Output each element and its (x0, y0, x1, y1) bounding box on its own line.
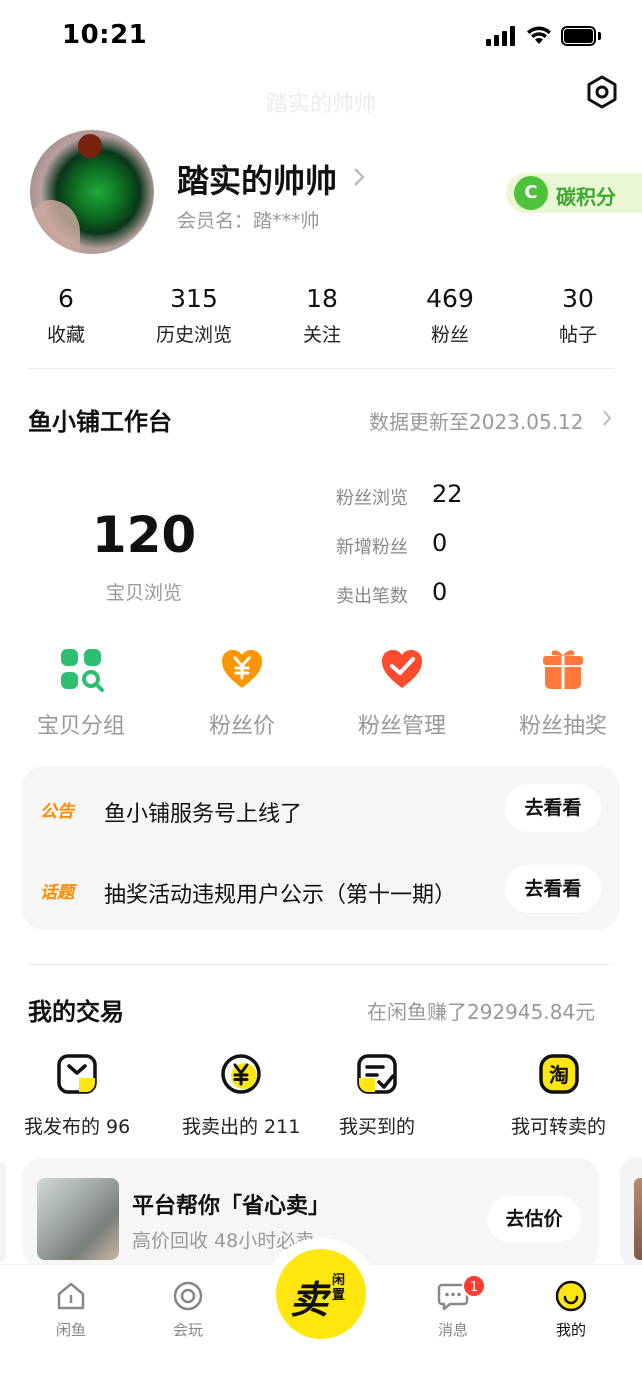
tool-fan-management[interactable]: 粉丝管理 (327, 646, 477, 740)
notice-row[interactable]: 话题 抽奖活动违规用户公示（第十一期） 去看看 (22, 865, 620, 917)
tab-label: 我的 (555, 1321, 586, 1339)
stat-label: 帖子 (558, 324, 597, 346)
trade-item-label: 我可转卖的 (511, 1116, 607, 1138)
trade-item-label: 我发布的 96 (24, 1116, 131, 1138)
svg-text:淘: 淘 (549, 1063, 569, 1087)
stat-value: 18 (306, 284, 338, 313)
bought-check-icon (357, 1054, 397, 1094)
sold-yen-icon (221, 1054, 261, 1094)
stat-label: 粉丝 (430, 324, 469, 346)
settings-icon[interactable] (582, 72, 622, 112)
tool-fan-price[interactable]: 粉丝价 (167, 646, 317, 740)
yen-heart-icon (222, 650, 262, 688)
tool-label: 粉丝抽奖 (518, 714, 607, 739)
stat-label: 收藏 (46, 324, 85, 346)
gift-box-icon (543, 650, 583, 689)
signal-icon (486, 26, 518, 46)
metric-label: 粉丝浏览 (336, 488, 408, 509)
circle-play-icon (173, 1281, 203, 1311)
notice-tag: 话题 (40, 883, 74, 903)
tool-item-groups[interactable]: 宝贝分组 (6, 646, 156, 740)
sell-sub-label: 闲置 (332, 1273, 346, 1303)
stat-fans[interactable]: 469 粉丝 (385, 284, 515, 347)
stat-value: 469 (426, 284, 474, 313)
metric-value: 0 (432, 529, 448, 557)
tool-label: 宝贝分组 (36, 714, 125, 739)
trade-item-bought[interactable]: 我买到的 (339, 1052, 415, 1139)
carousel-next-card[interactable] (620, 1158, 642, 1268)
carbon-leaf-icon: C (514, 176, 548, 210)
trade-title: 我的交易 (28, 998, 124, 1026)
sell-idle-button[interactable]: 卖 闲置 (276, 1249, 366, 1339)
tab-label: 会玩 (172, 1321, 203, 1339)
battery-icon (561, 26, 601, 46)
chevron-right-icon[interactable] (602, 409, 612, 427)
trade-item-label: 我卖出的 211 (182, 1116, 301, 1138)
message-badge: 1 (462, 1274, 486, 1298)
trade-item-label: 我买到的 (339, 1116, 416, 1138)
profile-face-icon (555, 1280, 587, 1312)
header-faded-title: 踏实的帅帅 (265, 92, 376, 117)
workbench-title: 鱼小铺工作台 (28, 408, 172, 436)
stat-history[interactable]: 315 历史浏览 (129, 284, 259, 347)
profile-stats: 6 收藏 315 历史浏览 18 关注 469 粉丝 30 帖子 (0, 284, 642, 354)
sell-label: 卖 (290, 1278, 329, 1322)
trade-item-published[interactable]: 我发布的 96 (24, 1052, 130, 1139)
item-views-value[interactable]: 120 (84, 506, 204, 564)
promo-title: 平台帮你「省心卖」 (132, 1194, 331, 1219)
carousel-prev-card[interactable] (0, 1162, 6, 1262)
avatar[interactable] (30, 130, 154, 254)
trade-item-resellable[interactable]: 淘 我可转卖的 (511, 1052, 606, 1139)
grid-search-icon (61, 649, 104, 692)
tool-fan-lottery[interactable]: 粉丝抽奖 (488, 646, 638, 740)
stat-label: 历史浏览 (155, 324, 232, 346)
published-bag-icon (57, 1054, 97, 1094)
workbench-update-text[interactable]: 数据更新至2023.05.12 (369, 406, 584, 435)
carbon-points-label: 碳积分 (556, 185, 616, 209)
tab-label: 消息 (437, 1321, 468, 1339)
status-bar: 10:21 (0, 0, 642, 72)
notice-text[interactable]: 抽奖活动违规用户公示（第十一期） (104, 877, 456, 909)
estimate-price-button[interactable]: 去估价 (487, 1196, 581, 1242)
metric-label: 新增粉丝 (336, 537, 408, 558)
tool-label: 粉丝管理 (357, 714, 446, 739)
divider (28, 368, 614, 369)
metric-value: 0 (432, 578, 448, 606)
notice-tag: 公告 (40, 802, 74, 822)
promo-product-image (37, 1178, 119, 1260)
tab-mine[interactable]: 我的 (531, 1279, 611, 1340)
notice-card: 公告 鱼小铺服务号上线了 去看看 话题 抽奖活动违规用户公示（第十一期） 去看看 (22, 766, 620, 930)
wifi-icon (527, 26, 551, 44)
item-views-label: 宝贝浏览 (105, 582, 182, 604)
divider (28, 964, 614, 965)
trade-item-sold[interactable]: 我卖出的 211 (182, 1052, 300, 1139)
heart-check-icon (382, 650, 422, 688)
tab-label: 闲鱼 (55, 1321, 86, 1339)
tab-home[interactable]: 闲鱼 (31, 1279, 111, 1340)
metric-label: 卖出笔数 (336, 586, 408, 607)
notice-row[interactable]: 公告 鱼小铺服务号上线了 去看看 (22, 784, 620, 836)
member-name: 会员名：踏***帅 (177, 210, 320, 232)
taobao-icon: 淘 (538, 1054, 579, 1094)
nickname[interactable]: 踏实的帅帅 (177, 156, 337, 202)
stat-value: 30 (562, 284, 594, 313)
home-icon (57, 1282, 85, 1310)
tab-play[interactable]: 会玩 (148, 1279, 228, 1340)
stat-value: 315 (170, 284, 218, 313)
stat-following[interactable]: 18 关注 (257, 284, 387, 347)
stat-favorites[interactable]: 6 收藏 (1, 284, 131, 347)
metric-value: 22 (432, 480, 463, 508)
go-see-button[interactable]: 去看看 (505, 865, 601, 913)
notice-text[interactable]: 鱼小铺服务号上线了 (104, 796, 302, 828)
trade-earned-text[interactable]: 在闲鱼赚了292945.84元 (367, 996, 595, 1025)
status-time: 10:21 (62, 20, 148, 50)
chevron-right-icon[interactable] (352, 166, 366, 188)
stat-label: 关注 (302, 324, 341, 346)
tool-label: 粉丝价 (208, 714, 275, 739)
stat-posts[interactable]: 30 帖子 (513, 284, 642, 347)
go-see-button[interactable]: 去看看 (505, 784, 601, 832)
carbon-points-button[interactable]: C 碳积分 (506, 173, 642, 213)
stat-value: 6 (58, 284, 74, 313)
